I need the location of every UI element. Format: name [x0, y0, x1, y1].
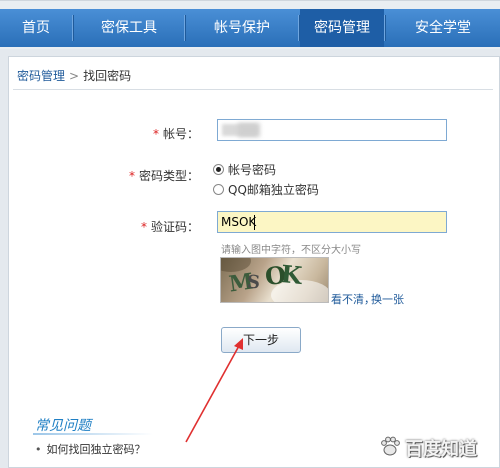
cant-see-link[interactable]: 看不清，: [331, 291, 375, 307]
nav-item-security-school[interactable]: 安全学堂: [386, 9, 500, 47]
radio-qq-mail-password[interactable]: QQ邮箱独立密码: [213, 181, 319, 198]
captcha-label: * 验证码：: [91, 218, 199, 235]
nav-bar: 首页 密保工具 帐号保护 密码管理 安全学堂: [0, 9, 500, 47]
radio-account-password-label: 帐号密码: [228, 163, 277, 177]
content-panel: 密码管理 > 找回密码 * 帐号： * 密码类型： 帐号密码 QQ邮箱独立密码 * 验证码…: [8, 56, 500, 468]
radio-qq-mail-password-label: QQ邮箱独立密码: [228, 183, 319, 197]
breadcrumb-parent-link[interactable]: 密码管理: [17, 69, 65, 83]
watermark-text: 百度知道: [405, 439, 477, 460]
password-type-label: * 密码类型：: [91, 167, 199, 184]
radio-unselected-icon[interactable]: [213, 184, 224, 195]
nav-item-security-tools[interactable]: 密保工具: [74, 9, 184, 47]
text-caret: [254, 215, 255, 230]
bullet-icon: •: [35, 443, 42, 456]
required-star: *: [152, 127, 159, 141]
refresh-captcha-link[interactable]: 换一张: [371, 291, 404, 307]
faq-item-link[interactable]: 如何找回独立密码？: [47, 443, 146, 456]
radio-account-password[interactable]: 帐号密码: [213, 161, 276, 178]
top-nav: 首页 密保工具 帐号保护 密码管理 安全学堂: [0, 0, 500, 49]
watermark: 百度知道: [375, 431, 495, 461]
captcha-image[interactable]: M S O K: [220, 257, 329, 303]
breadcrumb-current: 找回密码: [83, 69, 132, 83]
nav-item-account-protection[interactable]: 帐号保护: [186, 9, 298, 47]
captcha-input[interactable]: MSOK: [217, 211, 447, 233]
breadcrumb: 密码管理 > 找回密码: [17, 67, 131, 84]
captcha-hint: 请输入图中字符，不区分大小写: [221, 245, 361, 256]
captcha-input-value: MSOK: [221, 215, 257, 229]
breadcrumb-separator: >: [69, 69, 80, 83]
account-input[interactable]: [217, 119, 447, 141]
breadcrumb-divider: [13, 89, 493, 90]
password-type-label-text: 密码类型：: [138, 169, 199, 183]
baidu-paw-icon: [381, 436, 400, 456]
faq-item[interactable]: • 如何找回独立密码？: [35, 441, 146, 457]
radio-selected-icon[interactable]: [213, 164, 224, 175]
faq-title-underline: [33, 433, 153, 435]
nav-item-password-management[interactable]: 密码管理: [300, 9, 384, 47]
account-redacted: [238, 123, 260, 137]
nav-item-home[interactable]: 首页: [0, 9, 72, 47]
captcha-glyph: K: [279, 258, 304, 291]
captcha-label-text: 验证码：: [150, 220, 199, 234]
required-star: *: [140, 220, 147, 234]
captcha-glyph: S: [246, 271, 261, 294]
next-step-button[interactable]: 下一步: [221, 327, 301, 353]
account-label-text: 帐号：: [162, 127, 199, 141]
faq-title: 常见问题: [35, 418, 91, 434]
required-star: *: [128, 169, 135, 183]
account-label: * 帐号：: [91, 125, 199, 142]
